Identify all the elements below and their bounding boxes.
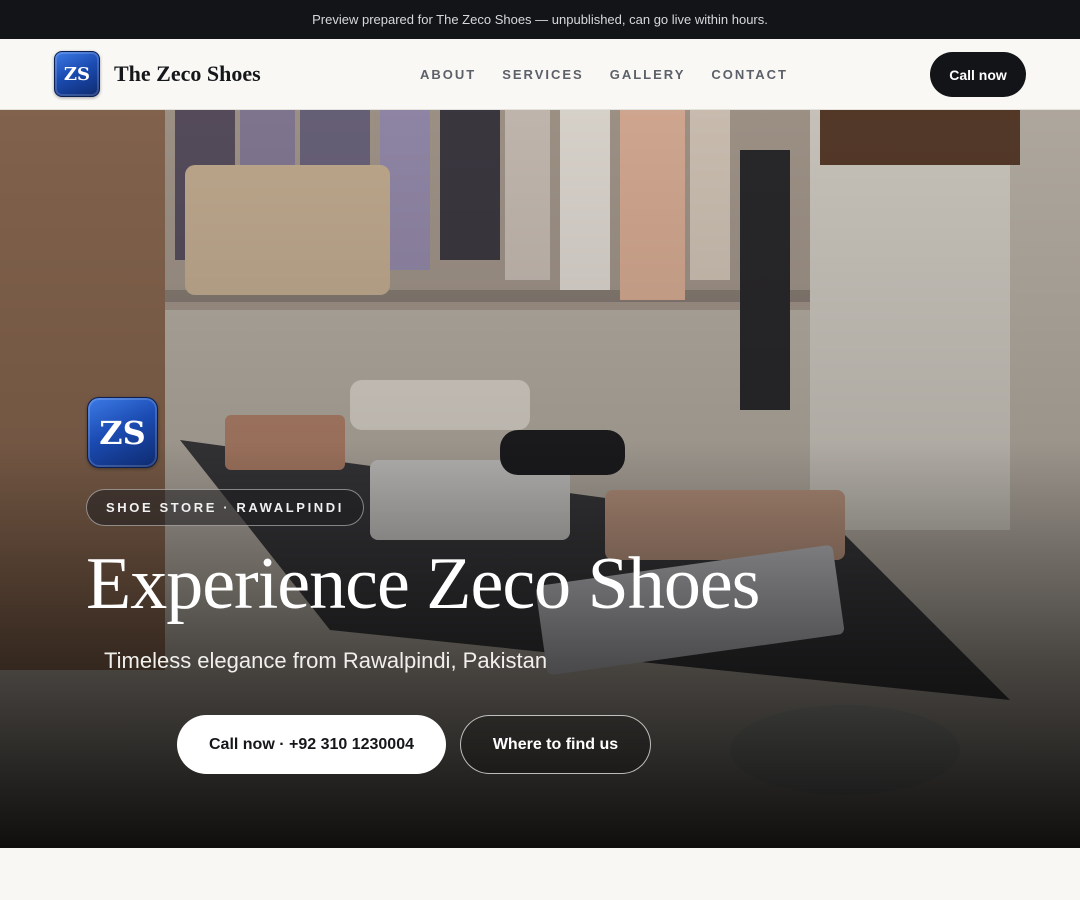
- store-type-badge: SHOE STORE · RAWALPINDI: [86, 489, 364, 526]
- hero-content: ZS SHOE STORE · RAWALPINDI Experience Ze…: [0, 110, 1080, 848]
- main-nav: ABOUT SERVICES GALLERY CONTACT: [420, 39, 814, 109]
- hero-section: ZS SHOE STORE · RAWALPINDI Experience Ze…: [0, 110, 1080, 848]
- preview-banner-text: Preview prepared for The Zeco Shoes — un…: [312, 12, 768, 27]
- nav-link-about[interactable]: ABOUT: [420, 67, 476, 82]
- call-now-button[interactable]: Call now · +92 310 1230004: [177, 715, 446, 774]
- preview-banner: Preview prepared for The Zeco Shoes — un…: [0, 0, 1080, 39]
- nav-link-services[interactable]: SERVICES: [502, 67, 584, 82]
- nav-link-gallery[interactable]: GALLERY: [610, 67, 686, 82]
- site-header: ZS The Zeco Shoes ABOUT SERVICES GALLERY…: [0, 39, 1080, 110]
- header-call-button[interactable]: Call now: [930, 52, 1026, 97]
- logo-icon: ZS: [54, 51, 100, 97]
- hero-headline: Experience Zeco Shoes: [86, 543, 760, 625]
- brand[interactable]: ZS The Zeco Shoes: [54, 51, 261, 97]
- brand-name: The Zeco Shoes: [114, 61, 261, 86]
- hero-logo-icon: ZS: [87, 397, 158, 468]
- nav-link-contact[interactable]: CONTACT: [711, 67, 788, 82]
- hero-tagline: Timeless elegance from Rawalpindi, Pakis…: [104, 648, 548, 673]
- where-to-find-us-button[interactable]: Where to find us: [460, 715, 651, 774]
